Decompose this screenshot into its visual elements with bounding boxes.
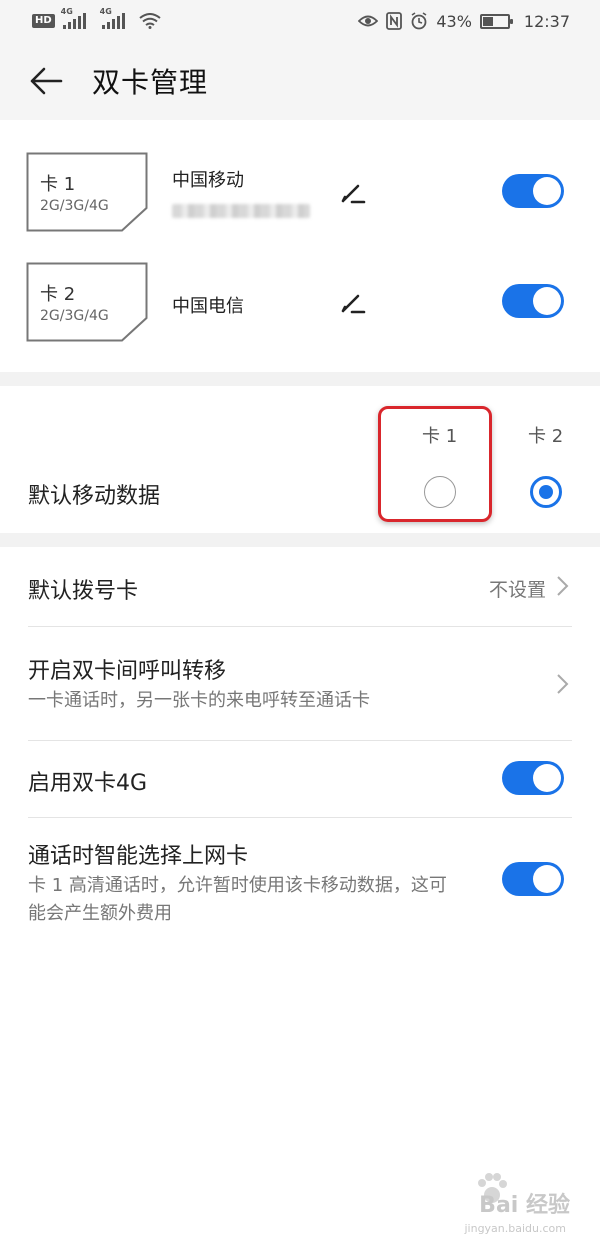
watermark-url: jingyan.baidu.com — [464, 1222, 566, 1235]
edit-sim-2-button[interactable] — [340, 290, 366, 316]
status-bar: HD 4G 4G 43% 12:37 — [0, 0, 600, 42]
signal-icon-2: 4G — [100, 7, 125, 29]
clock: 12:37 — [523, 11, 570, 31]
row-value: 不设置 — [488, 579, 546, 601]
row-title: 开启双卡间呼叫转移 — [28, 659, 227, 684]
edit-icon — [341, 184, 366, 204]
col-label-sim-2: 卡 2 — [528, 426, 564, 447]
default-dial-row[interactable]: 默认拨号卡 不设置 — [0, 547, 600, 627]
sim-row-2: 卡 2 2G/3G/4G 中国电信 — [0, 262, 600, 352]
highlight-annotation — [378, 406, 492, 522]
status-right: 43% 12:37 — [358, 12, 570, 31]
signal-icon: 4G — [61, 7, 86, 29]
dual-4g-row: 启用双卡4G — [0, 741, 600, 817]
page-title: 双卡管理 — [92, 66, 209, 99]
row-title: 通话时智能选择上网卡 — [28, 844, 249, 869]
section-gap — [0, 533, 600, 547]
back-arrow-icon — [30, 67, 63, 95]
sim-card-network: 2G/3G/4G — [40, 198, 109, 214]
chevron-right-icon — [557, 674, 569, 694]
sim-card-icon-2: 卡 2 2G/3G/4G — [26, 262, 148, 342]
sim-1-toggle[interactable] — [502, 174, 564, 208]
sim-row-1: 卡 1 2G/3G/4G 中国移动 — [0, 152, 600, 242]
row-subtitle: 一卡通话时，另一张卡的来电呼转至通话卡 — [28, 690, 370, 711]
hd-badge: HD — [32, 14, 55, 28]
watermark-text: Bai 经验 — [479, 1193, 570, 1218]
back-button[interactable] — [26, 61, 66, 101]
alarm-icon — [411, 12, 427, 30]
carrier-name: 中国移动 — [172, 170, 244, 191]
default-data-radio-sim-2[interactable] — [530, 476, 562, 508]
smart-data-row: 通话时智能选择上网卡 卡 1 高清通话时，允许暂时使用该卡移动数据，这可能会产生… — [0, 818, 600, 938]
call-forward-row[interactable]: 开启双卡间呼叫转移 一卡通话时，另一张卡的来电呼转至通话卡 — [0, 627, 600, 741]
carrier-name: 中国电信 — [172, 296, 244, 317]
edit-sim-1-button[interactable] — [340, 180, 366, 206]
status-left: HD 4G 4G — [32, 7, 161, 29]
row-title: 启用双卡4G — [28, 771, 148, 796]
sim-card-name: 卡 1 — [40, 174, 76, 195]
row-subtitle: 卡 1 高清通话时，允许暂时使用该卡移动数据，这可能会产生额外费用 — [28, 875, 447, 924]
eye-icon — [358, 15, 379, 27]
row-title: 默认拨号卡 — [28, 579, 139, 604]
sim-card-icon-1: 卡 1 2G/3G/4G — [26, 152, 148, 232]
wifi-icon — [139, 13, 161, 29]
phone-number-blurred — [172, 204, 310, 218]
section-gap — [0, 372, 600, 386]
sim-card-name: 卡 2 — [40, 284, 76, 305]
battery-percent: 43% — [436, 11, 472, 31]
battery-icon — [479, 13, 513, 29]
default-data-label: 默认移动数据 — [28, 484, 161, 509]
chevron-right-icon — [557, 576, 569, 596]
sim-card-network: 2G/3G/4G — [40, 308, 109, 324]
smart-data-toggle[interactable] — [502, 862, 564, 896]
sim-2-toggle[interactable] — [502, 284, 564, 318]
edit-icon — [341, 294, 366, 314]
nfc-icon — [386, 12, 403, 30]
default-data-section: 卡 1 卡 2 默认移动数据 — [0, 386, 600, 533]
sim-cards-section: 卡 1 2G/3G/4G 中国移动 卡 2 2G/3G/4G 中国电信 — [0, 120, 600, 372]
app-header: 双卡管理 — [0, 42, 600, 120]
dual-4g-toggle[interactable] — [502, 761, 564, 795]
